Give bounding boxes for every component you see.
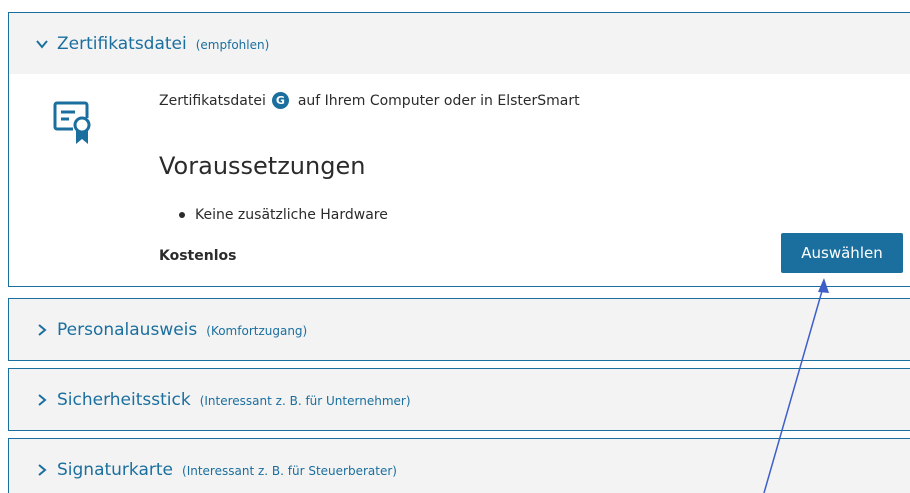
chevron-right-icon: [35, 463, 49, 477]
price-label: Kostenlos: [159, 248, 237, 264]
panel-personalausweis[interactable]: Personalausweis (Komfortzugang): [8, 298, 910, 361]
panel-title: Sicherheitsstick: [57, 390, 191, 410]
panel-header-personalausweis[interactable]: Personalausweis (Komfortzugang): [9, 299, 910, 361]
glossary-badge-icon[interactable]: G: [271, 92, 289, 109]
cropped-heading: [0, 0, 910, 6]
panel-subtitle: (empfohlen): [195, 37, 270, 52]
intro-text: auf Ihrem Computer oder in ElsterSmart: [297, 92, 580, 109]
panel-subtitle: (Interessant z. B. für Steuerberater): [182, 464, 397, 478]
select-button[interactable]: Auswählen: [781, 233, 903, 273]
chevron-right-icon: [35, 393, 49, 407]
panel-zertifikatsdatei: Zertifikatsdatei (empfohlen) Zertifikats…: [8, 12, 910, 287]
certificate-icon: [53, 100, 93, 146]
chevron-right-icon: [35, 323, 49, 337]
chevron-down-icon: [35, 37, 49, 51]
panel-title: Signaturkarte: [57, 460, 174, 480]
requirements-list: Keine zusätzliche Hardware: [179, 207, 388, 223]
requirements-title: Voraussetzungen: [159, 152, 366, 180]
panel-subtitle: (Interessant z. B. für Unternehmer): [199, 394, 411, 408]
panel-signaturkarte[interactable]: Signaturkarte (Interessant z. B. für Ste…: [8, 438, 910, 493]
panel-header-sicherheitsstick[interactable]: Sicherheitsstick (Interessant z. B. für …: [9, 369, 910, 431]
certificate-intro: Zertifikatsdatei G auf Ihrem Computer od…: [159, 92, 580, 109]
panel-header-zertifikatsdatei[interactable]: Zertifikatsdatei (empfohlen): [9, 13, 910, 74]
panel-subtitle: (Komfortzugang): [206, 324, 308, 338]
panel-body: Zertifikatsdatei G auf Ihrem Computer od…: [9, 74, 910, 286]
panel-title: Personalausweis: [57, 320, 198, 340]
requirement-item: Keine zusätzliche Hardware: [179, 207, 388, 223]
panel-header-signaturkarte[interactable]: Signaturkarte (Interessant z. B. für Ste…: [9, 439, 910, 493]
panel-sicherheitsstick[interactable]: Sicherheitsstick (Interessant z. B. für …: [8, 368, 910, 431]
intro-label: Zertifikatsdatei: [159, 92, 266, 109]
panel-title: Zertifikatsdatei: [57, 33, 187, 54]
